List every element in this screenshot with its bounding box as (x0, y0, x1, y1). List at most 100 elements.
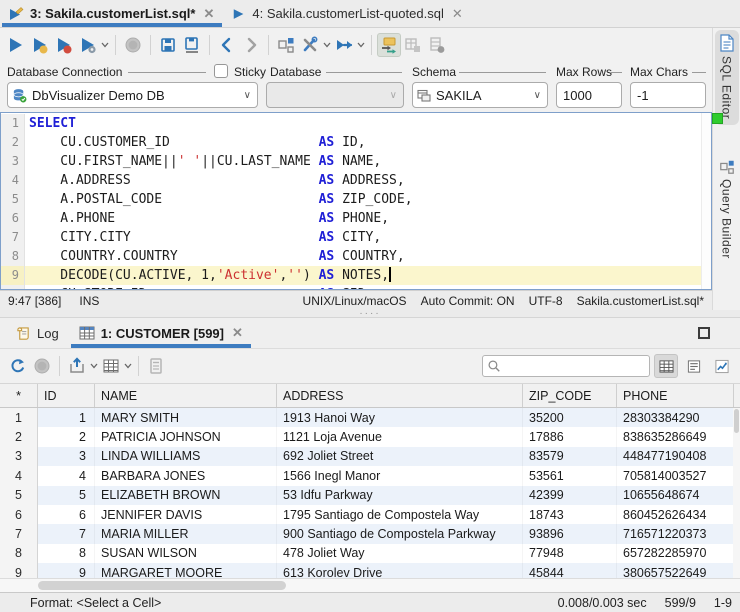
continue-dropdown-chevron[interactable] (356, 33, 366, 57)
table-row[interactable]: 22PATRICIA JOHNSON1121 Loja Avenue178868… (0, 427, 740, 446)
code-line-1[interactable]: 1SELECT (1, 114, 711, 133)
table-cell[interactable]: 1913 Hanoi Way (277, 408, 523, 427)
schema-select[interactable]: SAKILA ∨ (412, 82, 548, 108)
table-cell[interactable]: MARY SMITH (95, 408, 277, 427)
refresh-button[interactable] (6, 354, 30, 378)
stop-result-button[interactable] (30, 354, 54, 378)
execute-button[interactable] (4, 33, 28, 57)
table-cell[interactable]: 4 (38, 466, 95, 485)
table-row[interactable]: 99MARGARET MOORE613 Korolev Drive4584438… (0, 563, 740, 578)
search-input[interactable] (505, 359, 645, 373)
export-button[interactable] (65, 354, 89, 378)
table-cell[interactable]: 716571220373 (617, 524, 734, 543)
close-icon[interactable]: ✕ (201, 6, 214, 22)
code-line-2[interactable]: 2 CU.CUSTOMER_ID AS ID, (1, 133, 711, 152)
grid-horizontal-scrollbar[interactable] (0, 578, 740, 592)
table-cell[interactable]: 9 (38, 563, 95, 578)
table-cell[interactable]: 705814003527 (617, 466, 734, 485)
text-view-toggle[interactable] (682, 354, 706, 378)
table-cell[interactable]: PATRICIA JOHNSON (95, 427, 277, 446)
table-cell[interactable]: JENNIFER DAVIS (95, 505, 277, 524)
table-cell[interactable]: 45844 (523, 563, 617, 578)
code-line-10[interactable]: 10 CU.STORE_ID AS SID (1, 285, 711, 290)
table-cell[interactable]: ELIZABETH BROWN (95, 486, 277, 505)
table-cell[interactable]: 1795 Santiago de Compostela Way (277, 505, 523, 524)
table-cell[interactable]: 53561 (523, 466, 617, 485)
column-header-address[interactable]: ADDRESS (277, 384, 523, 407)
max-rows-input[interactable] (556, 82, 622, 108)
table-row[interactable]: 33LINDA WILLIAMS692 Joliet Street8357944… (0, 447, 740, 466)
table-cell[interactable]: 860452626434 (617, 505, 734, 524)
panel-splitter[interactable]: ···· (0, 310, 740, 318)
column-header-phone[interactable]: PHONE (617, 384, 734, 407)
table-cell[interactable]: 692 Joliet Street (277, 447, 523, 466)
table-cell[interactable]: BARBARA JONES (95, 466, 277, 485)
table-cell[interactable]: SUSAN WILSON (95, 544, 277, 563)
table-cell[interactable]: 1121 Loja Avenue (277, 427, 523, 446)
table-cell[interactable]: 613 Korolev Drive (277, 563, 523, 578)
connection-select[interactable]: DbVisualizer Demo DB ∨ (7, 82, 258, 108)
table-cell[interactable]: 53 Idfu Parkway (277, 486, 523, 505)
table-cell[interactable]: 35200 (523, 408, 617, 427)
column-header-zip_code[interactable]: ZIP_CODE (523, 384, 617, 407)
tab-sakila-customerlist[interactable]: 3: Sakila.customerList.sql* ✕ (0, 0, 224, 27)
code-line-9[interactable]: 9 DECODE(CU.ACTIVE, 1,'Active','') AS NO… (1, 266, 711, 285)
table-cell[interactable]: 838635286649 (617, 427, 734, 446)
tools-button[interactable] (298, 33, 322, 57)
table-cell[interactable]: MARGARET MOORE (95, 563, 277, 578)
table-cell[interactable]: 42399 (523, 486, 617, 505)
table-cell[interactable]: 3 (38, 447, 95, 466)
table-cell[interactable]: 6 (38, 505, 95, 524)
editor-vertical-scrollbar[interactable] (701, 113, 711, 289)
execute-current-button[interactable] (28, 33, 52, 57)
side-tab-sql-editor[interactable]: SQL Editor (715, 30, 739, 125)
chart-view-toggle[interactable] (710, 354, 734, 378)
sql-commander-icon-button[interactable] (274, 33, 298, 57)
table-cell[interactable]: 478 Joliet Way (277, 544, 523, 563)
table-cell[interactable]: 380657522649 (617, 563, 734, 578)
tab-customer-result[interactable]: 1: CUSTOMER [599] ✕ (69, 318, 253, 348)
code-line-4[interactable]: 4 A.ADDRESS AS ADDRESS, (1, 171, 711, 190)
code-line-7[interactable]: 7 CITY.CITY AS CITY, (1, 228, 711, 247)
table-cell[interactable]: 17886 (523, 427, 617, 446)
grid-options-dropdown-chevron[interactable] (123, 354, 133, 378)
sticky-checkbox[interactable] (214, 64, 228, 78)
table-row[interactable]: 66JENNIFER DAVIS1795 Santiago de Compost… (0, 505, 740, 524)
table-cell[interactable]: 10655648674 (617, 486, 734, 505)
tab-log[interactable]: Log (6, 318, 69, 348)
max-chars-input[interactable] (630, 82, 706, 108)
export-dropdown-chevron[interactable] (89, 354, 99, 378)
table-cell[interactable]: 1566 Inegl Manor (277, 466, 523, 485)
maximize-icon[interactable] (698, 327, 710, 339)
table-cell[interactable]: 5 (38, 486, 95, 505)
table-cell[interactable]: 1 (38, 408, 95, 427)
grid-vertical-scrollbar[interactable] (733, 408, 740, 578)
table-cell[interactable]: 2 (38, 427, 95, 446)
side-tab-query-builder[interactable]: Query Builder (715, 155, 739, 265)
column-header-name[interactable]: NAME (95, 384, 277, 407)
execute-buffer-button[interactable] (52, 33, 76, 57)
table-row[interactable]: 77MARIA MILLER900 Santiago de Compostela… (0, 524, 740, 543)
code-line-5[interactable]: 5 A.POSTAL_CODE AS ZIP_CODE, (1, 190, 711, 209)
code-line-3[interactable]: 3 CU.FIRST_NAME||' '||CU.LAST_NAME AS NA… (1, 152, 711, 171)
forward-button[interactable] (239, 33, 263, 57)
close-icon[interactable]: ✕ (450, 6, 463, 22)
grid-view-toggle[interactable] (654, 354, 678, 378)
pin-results-toggle[interactable] (377, 33, 401, 57)
tab-sakila-customerlist-quoted[interactable]: 4: Sakila.customerList-quoted.sql ✕ (224, 0, 472, 27)
continue-execution-button[interactable] (332, 33, 356, 57)
table-cell[interactable]: 83579 (523, 447, 617, 466)
code-line-8[interactable]: 8 COUNTRY.COUNTRY AS COUNTRY, (1, 247, 711, 266)
back-button[interactable] (215, 33, 239, 57)
table-cell[interactable]: 448477190408 (617, 447, 734, 466)
table-row[interactable]: 44BARBARA JONES1566 Inegl Manor535617058… (0, 466, 740, 485)
save-button[interactable] (156, 33, 180, 57)
table-cell[interactable]: LINDA WILLIAMS (95, 447, 277, 466)
sql-editor[interactable]: 1SELECT2 CU.CUSTOMER_ID AS ID,3 CU.FIRST… (0, 112, 712, 290)
table-cell[interactable]: 7 (38, 524, 95, 543)
column-header-id[interactable]: ID (38, 384, 95, 407)
execute-dropdown-chevron[interactable] (100, 33, 110, 57)
tools-dropdown-chevron[interactable] (322, 33, 332, 57)
table-cell[interactable]: MARIA MILLER (95, 524, 277, 543)
keep-results-button[interactable] (401, 33, 425, 57)
